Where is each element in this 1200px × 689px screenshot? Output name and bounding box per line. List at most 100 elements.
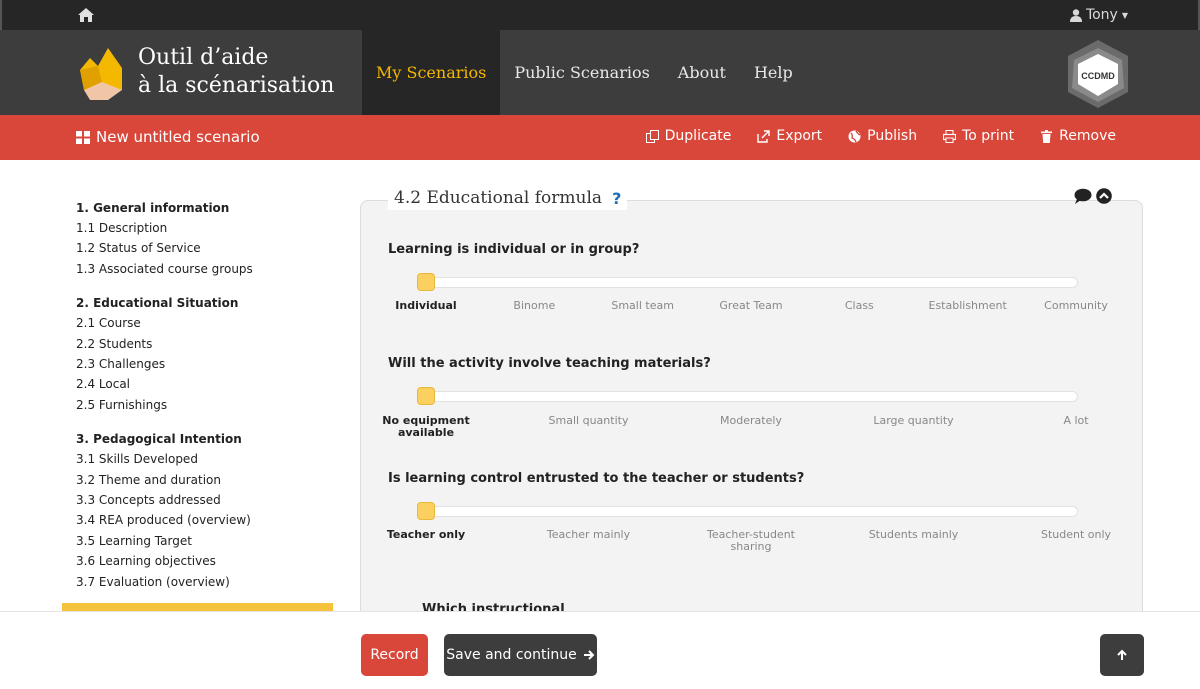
question-individual-group: Learning is individual or in group?	[388, 242, 640, 257]
sidebar-item-skills[interactable]: 3.1 Skills Developed	[76, 449, 336, 469]
print-button[interactable]: To print	[943, 128, 1014, 144]
caret-down-icon: ▼	[1121, 10, 1128, 20]
ccdmd-badge-text: CCDMD	[1081, 71, 1115, 81]
slider-option-label[interactable]: Establishment	[929, 300, 1007, 312]
brand-line-2: à la scénarisation	[138, 73, 335, 98]
slider-handle-learning-control[interactable]	[417, 502, 435, 520]
export-button[interactable]: Export	[757, 128, 822, 144]
sidebar-item-rea[interactable]: 3.4 REA produced (overview)	[76, 510, 336, 530]
educational-formula-panel	[360, 200, 1143, 620]
slider-option-label[interactable]: Student only	[1041, 529, 1111, 541]
save-continue-button[interactable]: Save and continue	[444, 634, 597, 676]
publish-button[interactable]: Publish	[848, 128, 917, 144]
question-instructional: Which instructional	[422, 603, 565, 611]
sidebar-group-general: 1. General information 1.1 Description 1…	[76, 198, 336, 279]
export-label: Export	[776, 128, 823, 144]
crown-logo-icon	[80, 48, 122, 100]
slider-option-label[interactable]: Small quantity	[549, 415, 629, 427]
sidebar-item-course[interactable]: 2.1 Course	[76, 313, 336, 333]
user-name: Tony	[1085, 7, 1118, 23]
export-icon	[757, 129, 771, 143]
save-label: Save and continue	[446, 647, 577, 663]
slider-handle-teaching-materials[interactable]	[417, 387, 435, 405]
slider-option-label[interactable]: Great Team	[719, 300, 782, 312]
duplicate-icon	[645, 129, 659, 143]
brand-line-1: Outil d’aide	[138, 45, 269, 70]
panel-controls	[1074, 188, 1112, 204]
arrow-up-icon	[1117, 649, 1127, 660]
brand-logo[interactable]: Outil d’aide à la scénarisation	[78, 44, 334, 100]
sidebar-item-furnishings[interactable]: 2.5 Furnishings	[76, 395, 336, 415]
slider-option-label[interactable]: Teacher only	[387, 529, 465, 541]
slider-option-label[interactable]: A lot	[1063, 415, 1088, 427]
slider-option-label[interactable]: Teacher-student sharing	[703, 529, 799, 553]
user-icon	[1069, 8, 1082, 22]
question-teaching-materials: Will the activity involve teaching mater…	[388, 356, 711, 371]
user-menu[interactable]: Tony ▼	[1069, 7, 1128, 23]
slider-option-label[interactable]: Large quantity	[873, 415, 953, 427]
slider-option-label[interactable]: Class	[845, 300, 874, 312]
sidebar-group-situation: 2. Educational Situation 2.1 Course 2.2 …	[76, 293, 336, 415]
slider-option-label[interactable]: Students mainly	[869, 529, 959, 541]
nav-menu: My Scenarios Public Scenarios About Help	[362, 30, 807, 115]
sidebar-item-local[interactable]: 2.4 Local	[76, 374, 336, 394]
panel-title: 4.2 Educational formula ?	[388, 186, 628, 210]
slider-option-label[interactable]: Community	[1044, 300, 1108, 312]
slider-option-label[interactable]: Small team	[611, 300, 674, 312]
remove-button[interactable]: Remove	[1040, 128, 1116, 144]
top-bar: Tony ▼	[0, 0, 1200, 30]
sidebar-heading[interactable]: 3. Pedagogical Intention	[76, 429, 336, 449]
ccdmd-logo[interactable]: CCDMD	[1062, 38, 1134, 110]
slider-option-label[interactable]: Teacher mainly	[547, 529, 630, 541]
sidebar-item-students[interactable]: 2.2 Students	[76, 334, 336, 354]
sidebar-item-description[interactable]: 1.1 Description	[76, 218, 336, 238]
print-label: To print	[962, 128, 1015, 144]
panel-title-text: 4.2 Educational formula	[394, 188, 603, 208]
slider-option-label[interactable]: Individual	[395, 300, 456, 312]
slider-track-learning-control[interactable]	[418, 506, 1078, 517]
record-label: Record	[370, 647, 419, 663]
sidebar-item-concepts[interactable]: 3.3 Concepts addressed	[76, 490, 336, 510]
footer-bar: Record Save and continue	[0, 611, 1200, 689]
sidebar-item-theme-duration[interactable]: 3.2 Theme and duration	[76, 470, 336, 490]
sidebar-item-learning-target[interactable]: 3.5 Learning Target	[76, 531, 336, 551]
slider-option-label[interactable]: Binome	[513, 300, 555, 312]
nav-about[interactable]: About	[664, 30, 740, 115]
slider-handle-individual-group[interactable]	[417, 273, 435, 291]
duplicate-label: Duplicate	[664, 128, 732, 144]
comment-icon[interactable]	[1074, 188, 1092, 204]
collapse-icon[interactable]	[1096, 188, 1112, 204]
sidebar-nav: 1. General information 1.1 Description 1…	[76, 198, 336, 606]
scroll-top-button[interactable]	[1100, 634, 1144, 676]
sidebar-item-challenges[interactable]: 2.3 Challenges	[76, 354, 336, 374]
arrow-right-icon	[583, 650, 595, 660]
grid-icon	[76, 130, 90, 144]
slider-track-teaching-materials[interactable]	[418, 391, 1078, 402]
remove-label: Remove	[1059, 128, 1116, 144]
sidebar-group-intention: 3. Pedagogical Intention 3.1 Skills Deve…	[76, 429, 336, 592]
main-navbar: Outil d’aide à la scénarisation My Scena…	[0, 30, 1200, 115]
scenario-title-text: New untitled scenario	[96, 128, 260, 146]
trash-icon	[1041, 129, 1053, 143]
sidebar-item-evaluation[interactable]: 3.7 Evaluation (overview)	[76, 572, 336, 592]
sidebar-item-course-groups[interactable]: 1.3 Associated course groups	[76, 259, 336, 279]
sidebar-active-item[interactable]	[62, 603, 333, 611]
sidebar-item-status-of-service[interactable]: 1.2 Status of Service	[76, 238, 336, 258]
record-button[interactable]: Record	[361, 634, 428, 676]
publish-label: Publish	[867, 128, 918, 144]
slider-option-label[interactable]: Moderately	[720, 415, 782, 427]
duplicate-button[interactable]: Duplicate	[645, 128, 732, 144]
nav-public-scenarios[interactable]: Public Scenarios	[500, 30, 663, 115]
question-learning-control: Is learning control entrusted to the tea…	[388, 471, 805, 486]
scenario-actions: Duplicate Export Publish To print Remove	[645, 128, 1116, 144]
home-icon[interactable]	[78, 8, 94, 22]
sidebar-item-learning-objectives[interactable]: 3.6 Learning objectives	[76, 551, 336, 571]
slider-track-individual-group[interactable]	[418, 277, 1078, 288]
sidebar-heading[interactable]: 1. General information	[76, 198, 336, 218]
nav-my-scenarios[interactable]: My Scenarios	[362, 30, 501, 115]
sidebar-heading[interactable]: 2. Educational Situation	[76, 293, 336, 313]
slider-option-label[interactable]: No equipment available	[378, 415, 474, 439]
nav-help[interactable]: Help	[740, 30, 807, 115]
scenario-title: New untitled scenario	[76, 128, 260, 146]
help-icon[interactable]: ?	[612, 189, 621, 208]
